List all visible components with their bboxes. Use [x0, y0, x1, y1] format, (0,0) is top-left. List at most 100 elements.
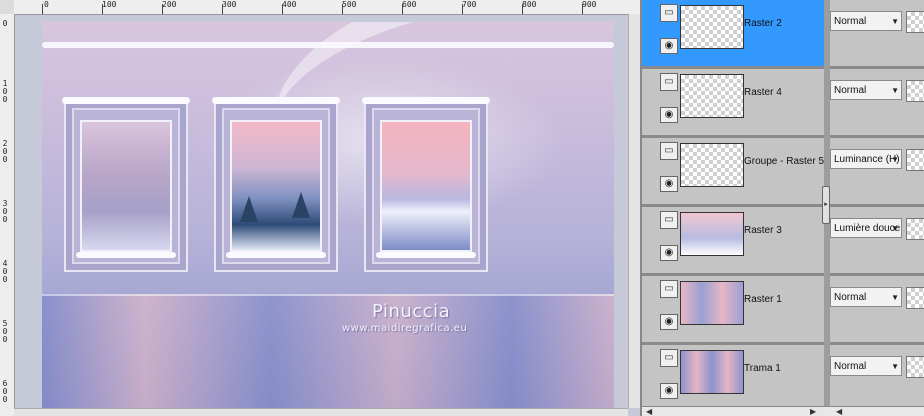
winter-tree-picture: [80, 120, 172, 252]
eye-icon[interactable]: ◉: [660, 383, 678, 399]
eye-icon[interactable]: ◉: [660, 38, 678, 54]
blend-mode-select[interactable]: Normal ▼: [830, 11, 902, 31]
ruler-label: 0: [44, 0, 49, 9]
blend-row: Normal ▼: [830, 345, 924, 414]
ruler-label: 0: [2, 19, 8, 28]
ruler-tick: [522, 4, 523, 14]
ruler-corner: [0, 0, 15, 15]
layer-type-icon[interactable]: ▭: [660, 280, 678, 298]
layer-name: Raster 4: [744, 87, 782, 98]
frame-snowbase: [76, 252, 176, 258]
canvas-vertical-scrollbar[interactable]: [628, 14, 640, 408]
ruler-label: 3 0 0: [2, 199, 8, 224]
blend-mode-value: Normal: [834, 16, 867, 27]
layer-row-raster-1[interactable]: ▭ ◉ Raster 1: [642, 276, 824, 345]
chevron-down-icon: ▼: [891, 362, 899, 371]
vertical-ruler: 0 1 0 0 2 0 0 3 0 0 4 0 0 5 0 0 6 0 0: [0, 14, 15, 416]
blend-mode-value: Luminance (H): [834, 154, 900, 165]
ruler-tick: [342, 4, 343, 14]
layer-thumbnail: [680, 5, 744, 49]
layer-row-groupe-raster-5[interactable]: ▭ ◉ Groupe - Raster 5: [642, 138, 824, 207]
ruler-label: 6 0 0: [2, 379, 8, 404]
scroll-left-arrow-icon[interactable]: ◀: [646, 407, 652, 416]
layer-thumbnail: [680, 212, 744, 256]
ruler-label: 4 0 0: [2, 259, 8, 284]
horizontal-ruler: 0 100 200 300 400 500 600 700 800 900: [14, 0, 640, 15]
ruler-label: 900: [582, 0, 597, 9]
document-image[interactable]: Pinuccia www.maidiregrafica.eu: [42, 22, 614, 412]
picture-frame-center: [212, 97, 340, 272]
layer-thumbnail: [680, 281, 744, 325]
ruler-tick: [162, 4, 163, 14]
blend-mode-select[interactable]: Lumière douce ▼: [830, 218, 902, 238]
canvas-horizontal-scrollbar[interactable]: [14, 408, 628, 416]
watermark-url: www.maidiregrafica.eu: [342, 323, 468, 334]
layer-row-raster-3[interactable]: ▭ ◉ Raster 3: [642, 207, 824, 276]
scroll-right-arrow-icon[interactable]: ▶: [810, 407, 816, 416]
picture-frame-left: [62, 97, 190, 272]
band-divider: [42, 294, 614, 296]
frame-snowcap: [212, 97, 340, 104]
palette-splitter-handle[interactable]: ▸: [822, 186, 830, 224]
chevron-down-icon: ▼: [891, 293, 899, 302]
chevron-down-icon: ▼: [891, 224, 899, 233]
ruler-tick: [402, 4, 403, 14]
layer-row-raster-4[interactable]: ▭ ◉ Raster 4: [642, 69, 824, 138]
image-canvas-area[interactable]: 0 100 200 300 400 500 600 700 800 900 0 …: [0, 0, 640, 416]
pine-tree-shape: [240, 196, 258, 222]
layer-row-trama-1[interactable]: ▭ ◉ Trama 1: [642, 345, 824, 414]
ruler-label: 500: [342, 0, 357, 9]
layers-palette: ▭ ◉ Raster 2 ▭ ◉ Raster 4 ▭ ◉ Groupe - R…: [640, 0, 924, 416]
frame-snowbase: [226, 252, 326, 258]
eye-icon[interactable]: ◉: [660, 107, 678, 123]
lower-pattern-band: [42, 294, 614, 412]
opacity-swatch[interactable]: [906, 11, 924, 33]
chevron-down-icon: ▼: [891, 86, 899, 95]
blend-mode-select[interactable]: Normal ▼: [830, 287, 902, 307]
ruler-tick: [42, 4, 43, 14]
layer-type-icon[interactable]: ▭: [660, 349, 678, 367]
blend-row: Normal ▼: [830, 0, 924, 69]
frame-snowcap: [362, 97, 490, 104]
opacity-swatch[interactable]: [906, 218, 924, 240]
pine-tree-shape: [292, 192, 310, 218]
ruler-label: 600: [402, 0, 417, 9]
snow-ledge: [42, 42, 614, 48]
ruler-label: 800: [522, 0, 537, 9]
scroll-left-arrow-icon[interactable]: ◀: [836, 407, 842, 416]
layer-thumbnail: [680, 143, 744, 187]
opacity-swatch[interactable]: [906, 287, 924, 309]
eye-icon[interactable]: ◉: [660, 314, 678, 330]
layer-name: Raster 2: [744, 18, 782, 29]
layer-type-icon[interactable]: ▭: [660, 211, 678, 229]
winter-landscape-picture: [380, 120, 472, 252]
blend-mode-value: Normal: [834, 361, 867, 372]
blend-mode-select[interactable]: Luminance (H) ▼: [830, 149, 902, 169]
opacity-swatch[interactable]: [906, 356, 924, 378]
blend-mode-select[interactable]: Normal ▼: [830, 356, 902, 376]
opacity-swatch[interactable]: [906, 80, 924, 102]
blend-mode-value: Normal: [834, 292, 867, 303]
ruler-label: 700: [462, 0, 477, 9]
ruler-label: 300: [222, 0, 237, 9]
layer-type-icon[interactable]: ▭: [660, 142, 678, 160]
blend-row: Normal ▼: [830, 276, 924, 345]
winter-village-picture: [230, 120, 322, 252]
layer-type-icon[interactable]: ▭: [660, 73, 678, 91]
ruler-label: 5 0 0: [2, 319, 8, 344]
ruler-label: 400: [282, 0, 297, 9]
ruler-tick: [222, 4, 223, 14]
opacity-swatch[interactable]: [906, 149, 924, 171]
layer-row-raster-2[interactable]: ▭ ◉ Raster 2: [642, 0, 824, 69]
blend-row: Normal ▼: [830, 69, 924, 138]
ruler-label: 1 0 0: [2, 79, 8, 104]
layer-name: Raster 1: [744, 294, 782, 305]
palette-horizontal-scrollbar[interactable]: ◀ ▶ ◀: [642, 406, 924, 416]
ruler-tick: [582, 4, 583, 14]
ruler-label: 100: [102, 0, 117, 9]
layer-type-icon[interactable]: ▭: [660, 4, 678, 22]
eye-icon[interactable]: ◉: [660, 245, 678, 261]
eye-icon[interactable]: ◉: [660, 176, 678, 192]
blend-mode-select[interactable]: Normal ▼: [830, 80, 902, 100]
chevron-down-icon: ▼: [891, 155, 899, 164]
